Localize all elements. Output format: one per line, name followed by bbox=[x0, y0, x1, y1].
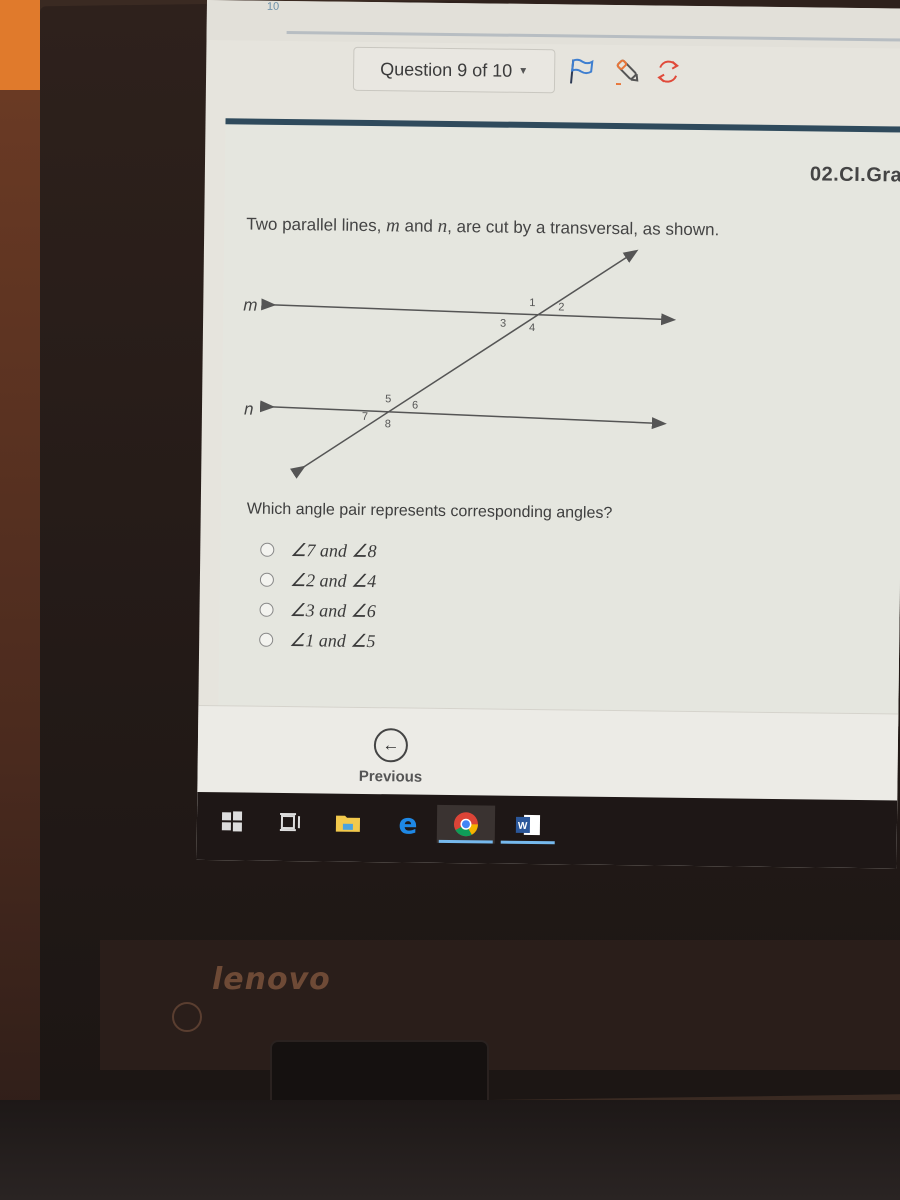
previous-label: Previous bbox=[358, 767, 423, 786]
option-label: ∠3 and ∠6 bbox=[289, 599, 376, 621]
line-label-m: m bbox=[243, 295, 257, 314]
svg-text:W: W bbox=[518, 821, 528, 832]
chrome-browser-icon[interactable] bbox=[436, 804, 496, 844]
line-label-n: n bbox=[244, 399, 254, 418]
file-explorer-icon[interactable] bbox=[327, 804, 369, 843]
radio-button[interactable] bbox=[260, 542, 275, 557]
parallel-lines-diagram: m n 1 2 3 4 5 6 7 8 bbox=[243, 249, 677, 479]
task-view-icon[interactable] bbox=[269, 803, 311, 842]
quiz-toolbar: Question 9 of 10 ▼ bbox=[206, 40, 900, 104]
background-wall bbox=[0, 0, 40, 90]
word-app-icon[interactable]: W bbox=[499, 806, 557, 845]
angle-label-7: 7 bbox=[362, 411, 368, 423]
pencil-icon[interactable] bbox=[614, 57, 642, 86]
answer-option[interactable]: ∠2 and ∠4 bbox=[259, 565, 377, 596]
angle-label-3: 3 bbox=[500, 318, 506, 330]
answer-options: ∠7 and ∠8 ∠2 and ∠4 ∠3 and ∠6 ∠1 and ∠5 bbox=[259, 535, 377, 656]
power-button-icon bbox=[172, 1002, 202, 1032]
option-label: ∠2 and ∠4 bbox=[289, 569, 377, 591]
brand-logo: lenovo bbox=[212, 962, 331, 997]
prompt-text: and bbox=[399, 216, 438, 236]
question-panel: 02.CI.Grad Two parallel lines, m and n, … bbox=[218, 118, 900, 727]
question-text: Which angle pair represents correspondin… bbox=[246, 500, 613, 522]
active-indicator bbox=[500, 840, 555, 845]
line-m bbox=[261, 298, 677, 326]
line-m-ref: m bbox=[385, 215, 400, 237]
angle-label-4: 4 bbox=[529, 322, 535, 334]
radio-button[interactable] bbox=[259, 602, 274, 617]
edge-browser-icon[interactable]: e bbox=[387, 804, 429, 843]
angle-label-1: 1 bbox=[529, 297, 535, 309]
angle-label-5: 5 bbox=[385, 393, 391, 405]
option-label: ∠1 and ∠5 bbox=[289, 629, 376, 651]
flag-icon[interactable] bbox=[568, 56, 596, 84]
chevron-down-icon: ▼ bbox=[518, 65, 529, 77]
answer-option[interactable]: ∠3 and ∠6 bbox=[259, 595, 376, 626]
windows-start-icon[interactable] bbox=[211, 802, 253, 841]
radio-button[interactable] bbox=[259, 572, 275, 587]
answer-option[interactable]: ∠1 and ∠5 bbox=[259, 625, 376, 656]
tab-peek: 10 bbox=[266, 0, 280, 13]
radio-button[interactable] bbox=[259, 632, 274, 647]
transversal bbox=[289, 249, 639, 479]
laptop-bezel-lower bbox=[100, 940, 900, 1070]
active-indicator bbox=[438, 839, 493, 844]
screen: 10 Question 9 of 10 ▼ 02.CI.Grad Two par… bbox=[196, 0, 900, 869]
problem-prompt: Two parallel lines, m and n, are cut by … bbox=[246, 213, 719, 241]
question-selector[interactable]: Question 9 of 10 ▼ bbox=[352, 46, 556, 94]
line-n-ref: n bbox=[437, 215, 448, 237]
angle-label-6: 6 bbox=[412, 400, 418, 412]
taskbar: e W bbox=[196, 791, 898, 869]
refresh-icon[interactable] bbox=[654, 57, 682, 85]
arrow-left-icon: ← bbox=[373, 728, 409, 763]
option-label: ∠7 and ∠8 bbox=[290, 539, 377, 561]
prompt-text: , are cut by a transversal, as shown. bbox=[447, 216, 720, 240]
line-n bbox=[259, 400, 667, 430]
prompt-text: Two parallel lines, bbox=[246, 214, 387, 236]
answer-option[interactable]: ∠7 and ∠8 bbox=[260, 535, 377, 566]
question-selector-label: Question 9 of 10 bbox=[380, 58, 513, 81]
previous-button[interactable]: ← Previous bbox=[345, 728, 436, 786]
course-code: 02.CI.Grad bbox=[809, 163, 900, 187]
laptop-base bbox=[0, 1100, 900, 1200]
angle-label-8: 8 bbox=[385, 418, 391, 430]
angle-label-2: 2 bbox=[558, 301, 564, 313]
